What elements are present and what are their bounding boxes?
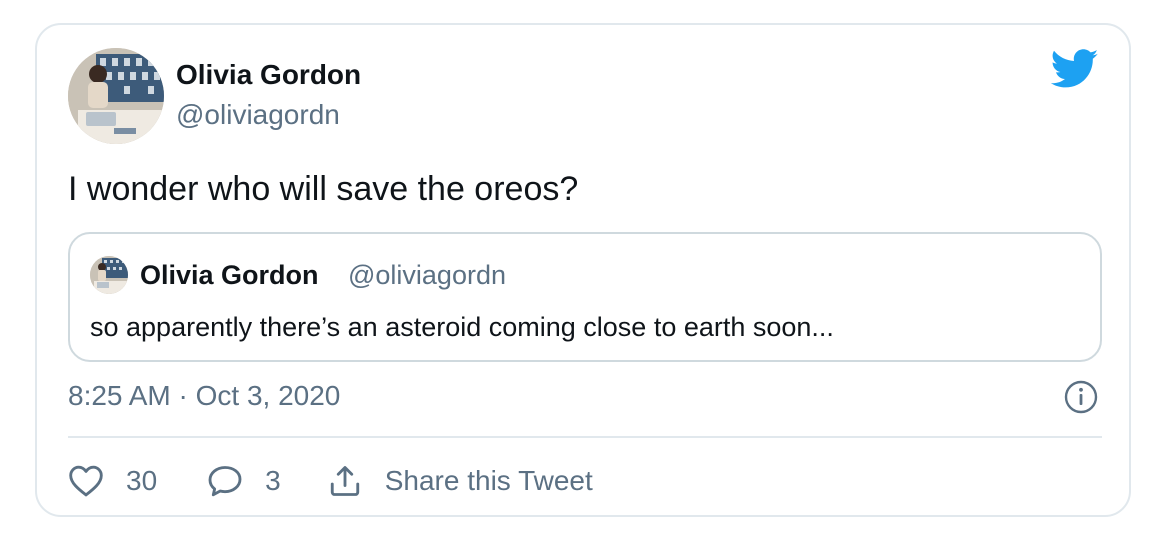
reply-count: 3 (265, 465, 281, 496)
tweet-embed-card: Olivia Gordon @oliviagordn I wonder who … (35, 23, 1131, 517)
quoted-author-avatar[interactable] (90, 256, 128, 294)
quoted-author-name[interactable]: Olivia Gordon (140, 260, 319, 291)
tweet-text: I wonder who will save the oreos? (68, 170, 579, 208)
quoted-tweet-text: so apparently there’s an asteroid coming… (90, 312, 834, 342)
author-name[interactable]: Olivia Gordon (176, 59, 361, 91)
reply-button[interactable]: 3 (207, 464, 281, 498)
twitter-bird-icon[interactable] (1050, 49, 1099, 89)
author-avatar[interactable] (68, 48, 164, 144)
like-count: 30 (126, 465, 158, 496)
info-icon[interactable] (1064, 380, 1098, 414)
like-button[interactable]: 30 (68, 464, 157, 498)
speech-bubble-icon (207, 464, 243, 498)
tweet-timestamp[interactable]: 8:25 AM · Oct 3, 2020 (68, 380, 340, 412)
share-button[interactable]: Share this Tweet (327, 463, 593, 499)
heart-icon (68, 464, 104, 498)
divider (68, 436, 1102, 438)
share-label: Share this Tweet (384, 465, 593, 496)
quoted-author-handle[interactable]: @oliviagordn (348, 260, 506, 291)
share-upload-icon (327, 463, 363, 499)
quoted-tweet[interactable]: Olivia Gordon @oliviagordn so apparently… (68, 232, 1102, 362)
author-handle[interactable]: @oliviagordn (176, 99, 340, 131)
tweet-actions: 30 3 Share this Tweet (68, 457, 593, 505)
